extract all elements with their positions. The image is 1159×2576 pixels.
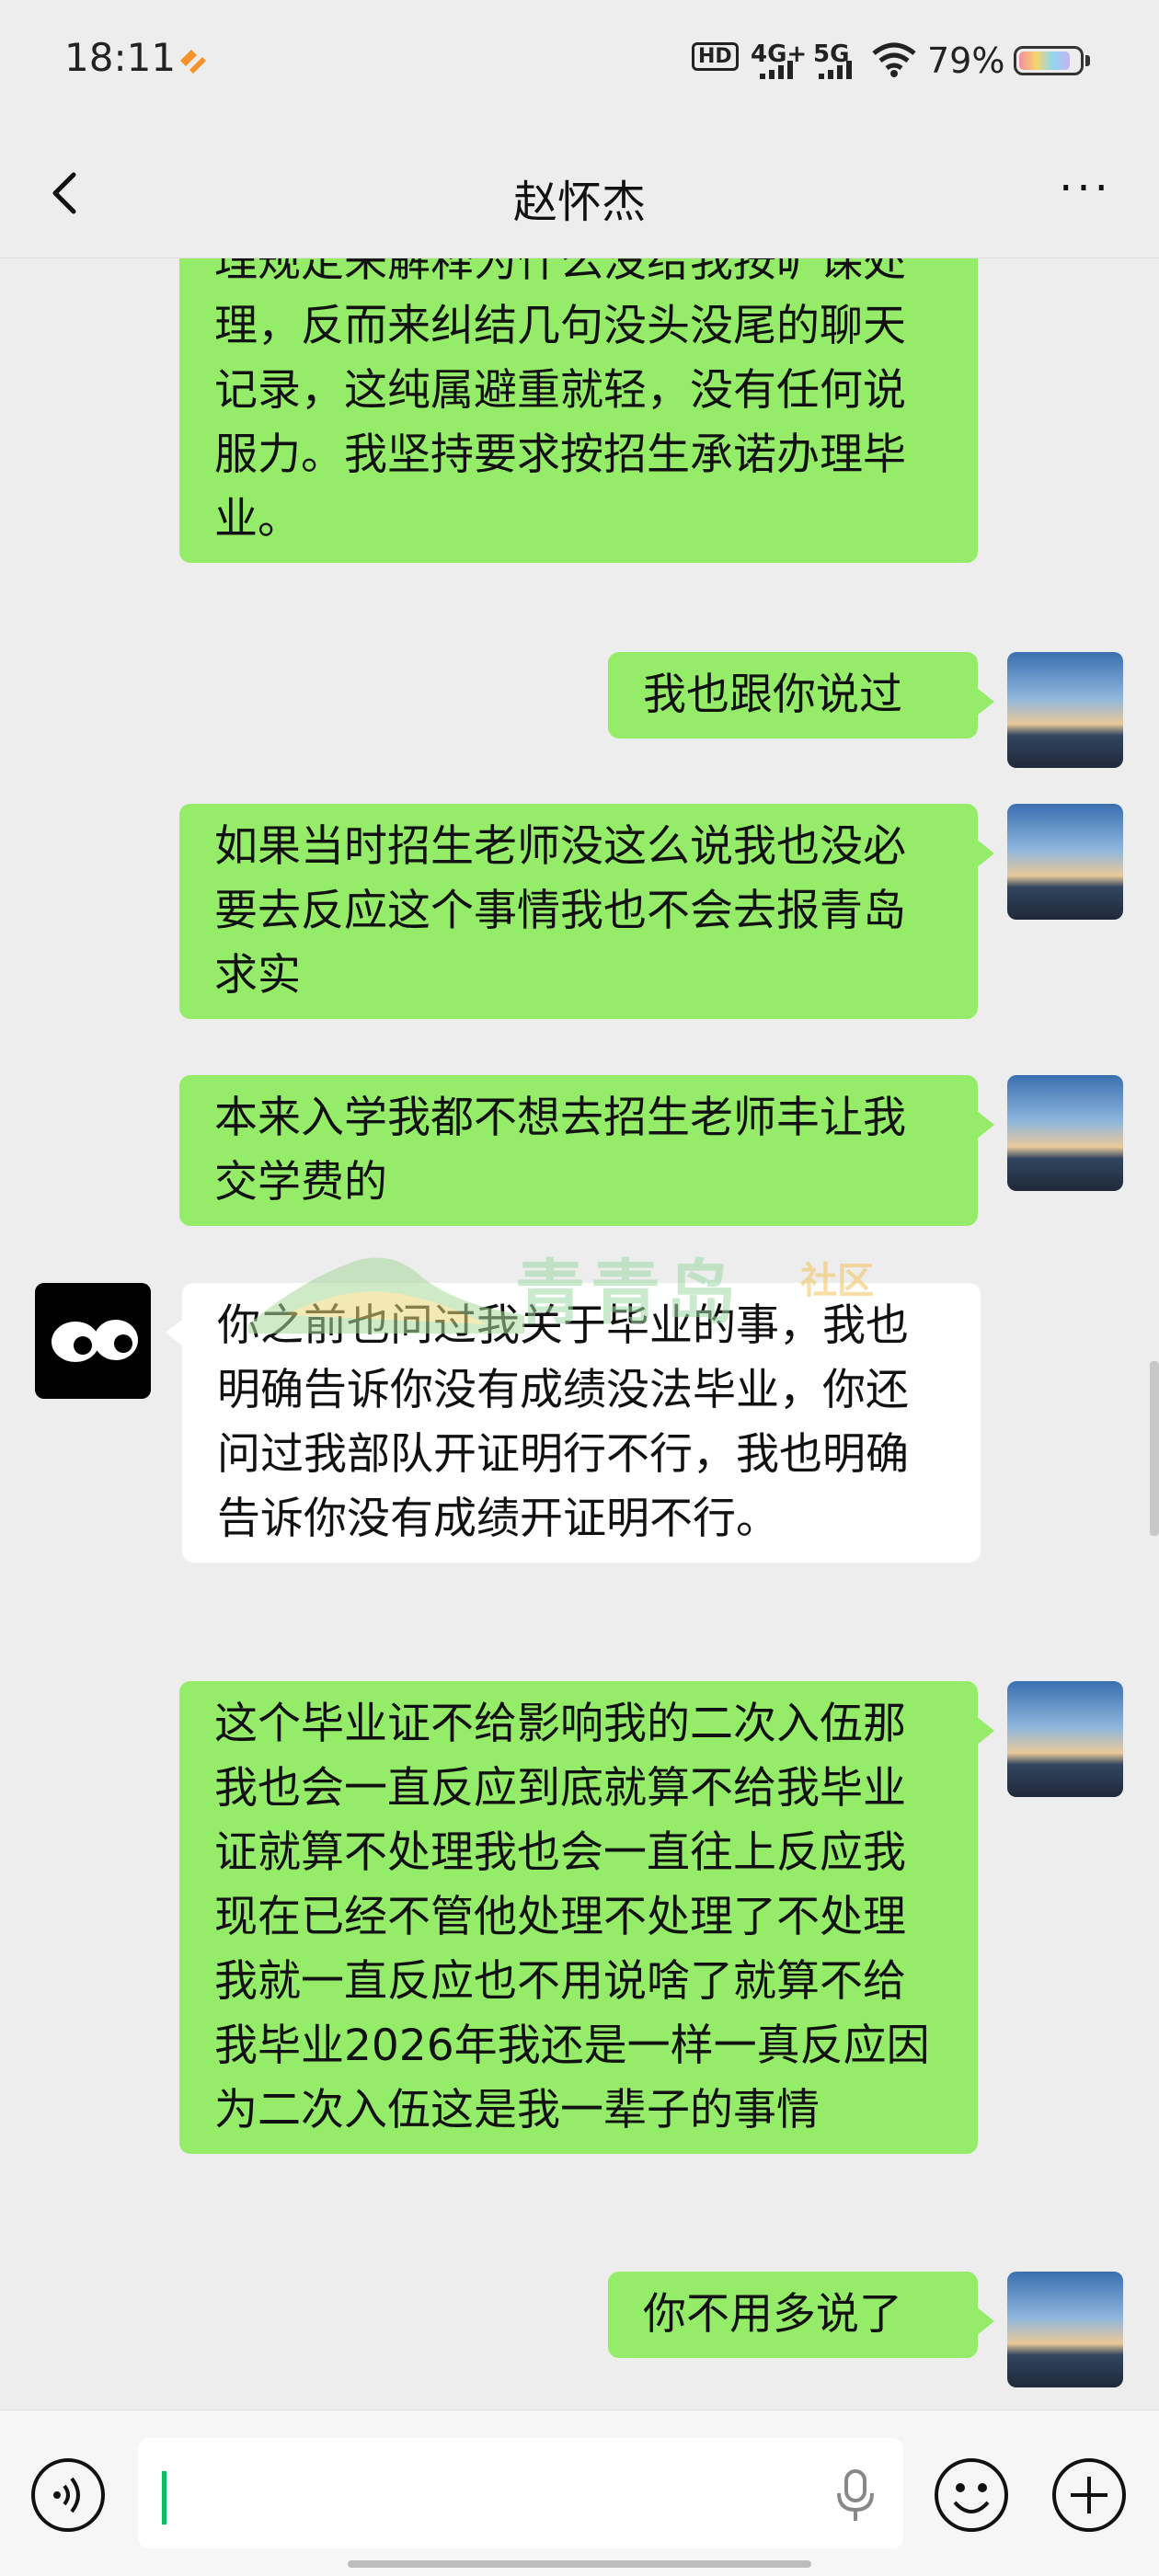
scrollbar-thumb[interactable] — [1150, 1361, 1159, 1536]
smiley-icon — [935, 2458, 1008, 2532]
battery-tip — [1085, 55, 1090, 66]
more-dots-icon: ··· — [1059, 163, 1112, 214]
self-avatar[interactable] — [1007, 1075, 1123, 1191]
voice-icon — [31, 2458, 105, 2532]
message-list[interactable]: 辛大工涯。现在拿个出当年的学籍管理规定来解释为什么没给我按旷课处理，反而来纠结几… — [0, 258, 1159, 2410]
input-bar — [0, 2410, 1159, 2576]
microphone-icon — [837, 2469, 874, 2521]
mic-button[interactable] — [830, 2467, 881, 2523]
message-bubble-self[interactable]: 本来入学我都不想去招生老师丰让我交学费的 — [179, 1075, 994, 1226]
message-bubble-self[interactable]: 这个毕业证不给影响我的二次入伍那我也会一直反应到底就算不给我毕业证就算不处理我也… — [179, 1681, 994, 2154]
eyes-avatar-icon — [52, 1320, 138, 1362]
message-bubble-self[interactable]: 辛大工涯。现在拿个出当年的学籍管理规定来解释为什么没给我按旷课处理，反而来纠结几… — [179, 258, 978, 563]
chat-title: 赵怀杰 — [512, 177, 646, 228]
message-bubble-self[interactable]: 如果当时招生老师没这么说我也没必要去反应这个事情我也不会去报青岛求实 — [179, 804, 994, 1019]
self-avatar[interactable] — [1007, 804, 1123, 920]
status-bar: 18:11 HD 4G+ 5G 79% — [0, 0, 1159, 129]
home-indicator[interactable] — [348, 2560, 811, 2568]
contact-avatar[interactable] — [35, 1283, 151, 1399]
battery-level-fill — [1019, 52, 1071, 70]
more-options-button[interactable]: ··· — [1049, 156, 1122, 230]
message-input[interactable] — [138, 2438, 903, 2548]
signal-bars-icon — [760, 61, 793, 79]
more-functions-button[interactable] — [1050, 2456, 1128, 2534]
message-bubble-self[interactable]: 你不用多说了 — [608, 2272, 994, 2358]
chat-header: 赵怀杰 ··· — [0, 129, 1159, 258]
emoji-button[interactable] — [933, 2456, 1010, 2534]
message-bubble-contact[interactable]: 你之前也问过我关于毕业的事，我也明确告诉你没有成绩没法毕业，你还问过我部队开证明… — [166, 1283, 981, 1563]
message-bubble-self[interactable]: 我也跟你说过 — [608, 652, 994, 738]
plus-icon — [1052, 2458, 1126, 2532]
self-avatar[interactable] — [1007, 2272, 1123, 2387]
self-avatar[interactable] — [1007, 1681, 1123, 1797]
signal-bars-2-icon — [819, 61, 852, 79]
battery-icon — [1014, 46, 1084, 75]
text-caret — [162, 2471, 166, 2524]
hd-icon: HD — [692, 42, 739, 71]
status-time: 18:11 — [64, 35, 177, 80]
app-notification-icon — [180, 50, 206, 74]
battery-percent: 79% — [927, 40, 1005, 81]
voice-mode-button[interactable] — [29, 2456, 107, 2534]
wifi-icon — [872, 42, 916, 77]
self-avatar[interactable] — [1007, 652, 1123, 768]
